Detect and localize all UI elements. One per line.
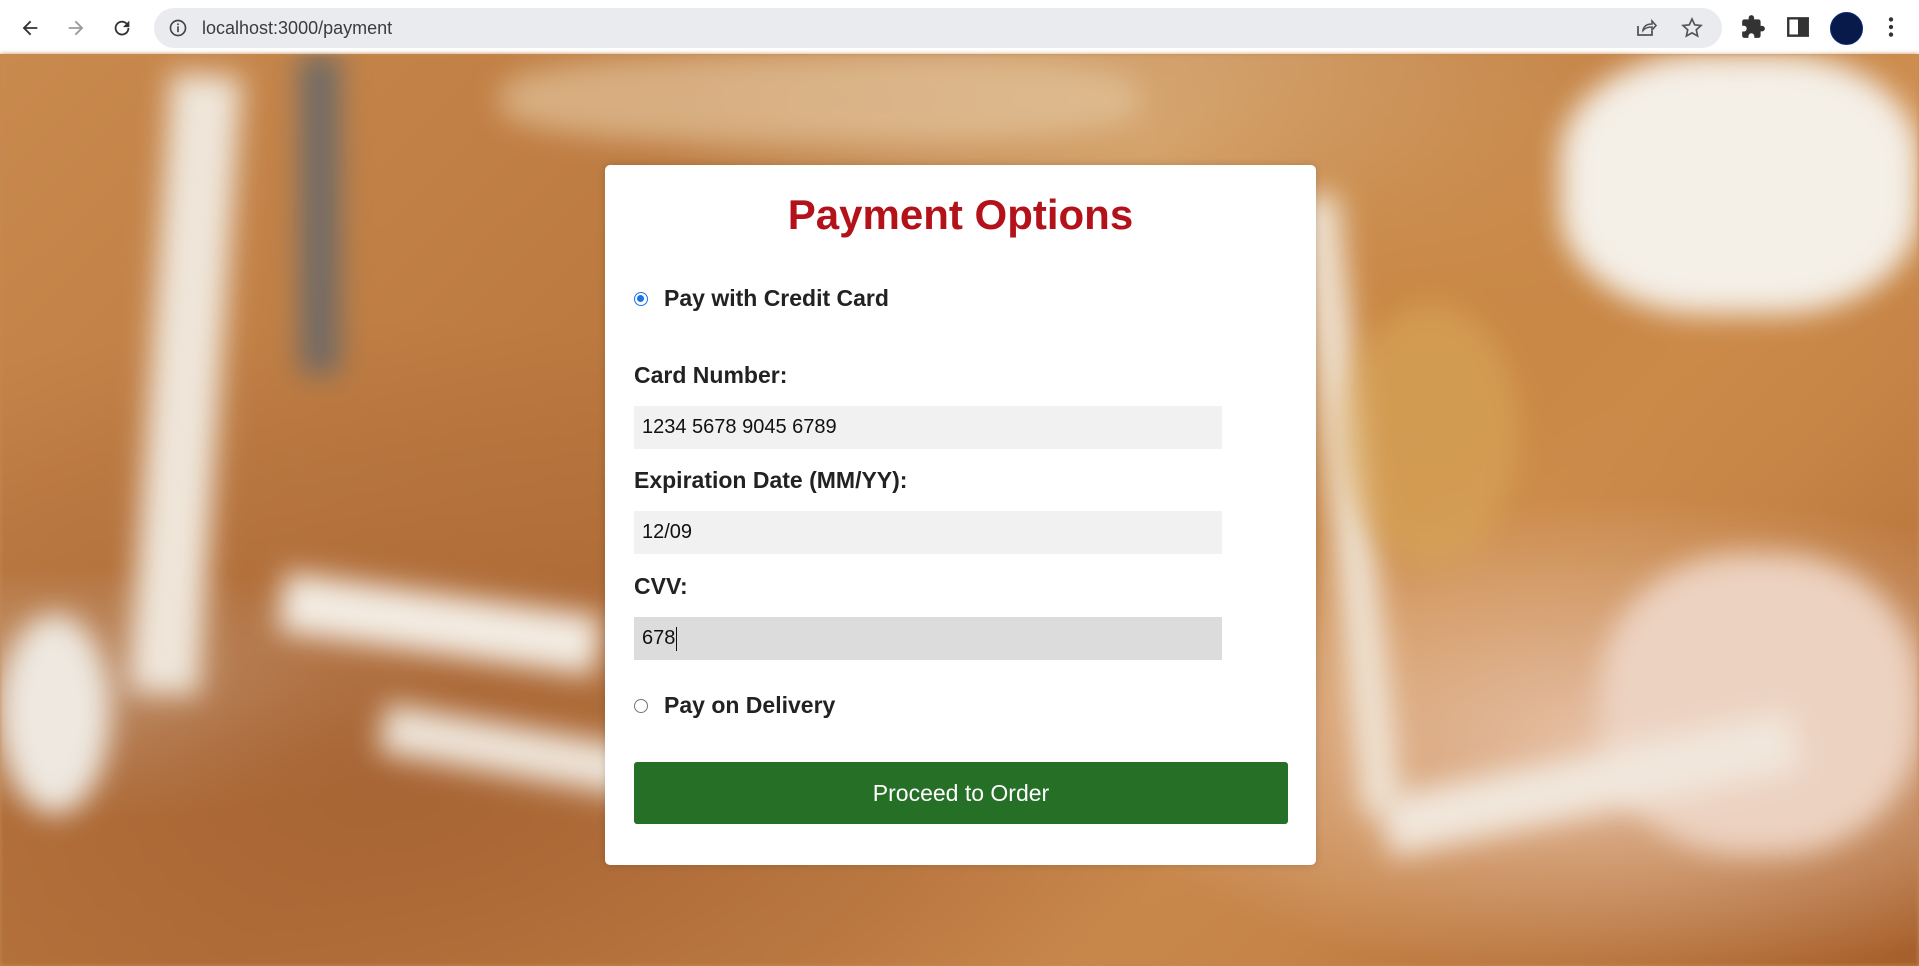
credit-card-option[interactable]: Pay with Credit Card [634, 285, 889, 312]
share-icon[interactable] [1634, 16, 1658, 40]
back-button[interactable] [14, 12, 46, 44]
delivery-option[interactable]: Pay on Delivery [634, 692, 835, 719]
expiration-value: 12/09 [642, 521, 693, 543]
reload-icon [114, 20, 130, 36]
delivery-label[interactable]: Pay on Delivery [664, 692, 835, 719]
info-icon[interactable] [168, 18, 188, 38]
profile-avatar[interactable] [1830, 12, 1863, 45]
reload-button[interactable] [106, 12, 138, 44]
expiration-input[interactable]: 12/09 [634, 511, 1222, 554]
page-title: Payment Options [787, 191, 1134, 238]
side-panel-icon[interactable] [1785, 14, 1811, 40]
card-number-label: Card Number: [634, 362, 788, 388]
text-caret [676, 626, 678, 651]
forward-button[interactable] [60, 12, 92, 44]
address-bar[interactable]: localhost:3000/payment [154, 8, 1722, 48]
card-number-input[interactable]: 1234 5678 9045 6789 [634, 406, 1222, 449]
delivery-radio[interactable] [634, 698, 648, 713]
card-number-value: 1234 5678 9045 6789 [642, 416, 837, 438]
expiration-label: Expiration Date (MM/YY): [634, 467, 908, 493]
star-icon[interactable] [1680, 16, 1704, 40]
cvv-input[interactable]: 678 [634, 617, 1222, 660]
cvv-value: 678 [642, 627, 676, 649]
extensions-icon[interactable] [1740, 14, 1766, 40]
cvv-label: CVV: [634, 573, 688, 599]
back-icon [22, 20, 38, 36]
forward-icon [68, 20, 84, 36]
payment-card: Payment Options Pay with Credit Card Car… [605, 165, 1316, 865]
credit-card-label[interactable]: Pay with Credit Card [664, 285, 889, 312]
credit-card-radio[interactable] [634, 291, 648, 306]
menu-icon[interactable] [1878, 14, 1904, 40]
url-text[interactable]: localhost:3000/payment [202, 18, 392, 38]
proceed-to-order-button[interactable]: Proceed to Order [634, 762, 1288, 824]
browser-toolbar: localhost:3000/payment [0, 0, 1919, 54]
